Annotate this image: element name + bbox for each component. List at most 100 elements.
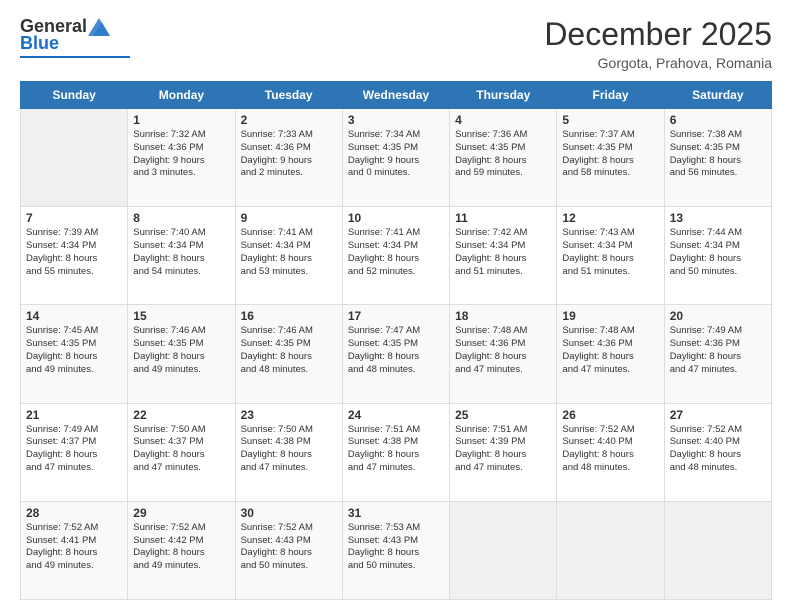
logo-blue-text: Blue (20, 33, 59, 54)
calendar-cell: 10 Sunrise: 7:41 AM Sunset: 4:34 PM Dayli… (342, 207, 449, 305)
logo-icon (88, 18, 110, 36)
calendar-cell: 20 Sunrise: 7:49 AM Sunset: 4:36 PM Dayli… (664, 305, 771, 403)
calendar-cell: 8 Sunrise: 7:40 AM Sunset: 4:34 PM Daylig… (128, 207, 235, 305)
day-header-wednesday: Wednesday (342, 82, 449, 109)
cell-content: Sunrise: 7:50 AM Sunset: 4:37 PM Dayligh… (133, 424, 229, 475)
cell-content: Sunrise: 7:48 AM Sunset: 4:36 PM Dayligh… (455, 325, 551, 376)
logo: General Blue (20, 16, 130, 58)
page: General Blue December 2025 Gorgota, Prah… (0, 0, 792, 612)
calendar-cell: 3 Sunrise: 7:34 AM Sunset: 4:35 PM Daylig… (342, 109, 449, 207)
title-section: December 2025 Gorgota, Prahova, Romania (544, 16, 772, 71)
day-number: 18 (455, 309, 551, 323)
cell-content: Sunrise: 7:46 AM Sunset: 4:35 PM Dayligh… (133, 325, 229, 376)
calendar-table: SundayMondayTuesdayWednesdayThursdayFrid… (20, 81, 772, 600)
cell-content: Sunrise: 7:40 AM Sunset: 4:34 PM Dayligh… (133, 227, 229, 278)
day-number: 14 (26, 309, 122, 323)
cell-content: Sunrise: 7:33 AM Sunset: 4:36 PM Dayligh… (241, 129, 337, 180)
week-row-1: 1Sunrise: 7:32 AM Sunset: 4:36 PM Daylig… (21, 109, 772, 207)
calendar-cell (664, 501, 771, 599)
cell-content: Sunrise: 7:44 AM Sunset: 4:34 PM Dayligh… (670, 227, 766, 278)
cell-content: Sunrise: 7:45 AM Sunset: 4:35 PM Dayligh… (26, 325, 122, 376)
cell-content: Sunrise: 7:39 AM Sunset: 4:34 PM Dayligh… (26, 227, 122, 278)
cell-content: Sunrise: 7:49 AM Sunset: 4:36 PM Dayligh… (670, 325, 766, 376)
day-number: 21 (26, 408, 122, 422)
cell-content: Sunrise: 7:50 AM Sunset: 4:38 PM Dayligh… (241, 424, 337, 475)
week-row-5: 28 Sunrise: 7:52 AM Sunset: 4:41 PM Dayli… (21, 501, 772, 599)
day-number: 31 (348, 506, 444, 520)
calendar-cell: 14 Sunrise: 7:45 AM Sunset: 4:35 PM Dayli… (21, 305, 128, 403)
calendar-cell: 25 Sunrise: 7:51 AM Sunset: 4:39 PM Dayli… (450, 403, 557, 501)
calendar-cell: 11Sunrise: 7:42 AM Sunset: 4:34 PM Dayli… (450, 207, 557, 305)
cell-content: Sunrise: 7:52 AM Sunset: 4:43 PM Dayligh… (241, 522, 337, 573)
calendar-cell: 24Sunrise: 7:51 AM Sunset: 4:38 PM Dayli… (342, 403, 449, 501)
cell-content: Sunrise: 7:37 AM Sunset: 4:35 PM Dayligh… (562, 129, 658, 180)
calendar-cell: 13 Sunrise: 7:44 AM Sunset: 4:34 PM Dayli… (664, 207, 771, 305)
day-number: 29 (133, 506, 229, 520)
week-row-3: 14 Sunrise: 7:45 AM Sunset: 4:35 PM Dayli… (21, 305, 772, 403)
cell-content: Sunrise: 7:41 AM Sunset: 4:34 PM Dayligh… (348, 227, 444, 278)
calendar-cell: 4 Sunrise: 7:36 AM Sunset: 4:35 PM Daylig… (450, 109, 557, 207)
day-number: 28 (26, 506, 122, 520)
day-number: 8 (133, 211, 229, 225)
day-number: 30 (241, 506, 337, 520)
calendar-cell: 19 Sunrise: 7:48 AM Sunset: 4:36 PM Dayli… (557, 305, 664, 403)
calendar-cell: 1Sunrise: 7:32 AM Sunset: 4:36 PM Daylig… (128, 109, 235, 207)
calendar-cell: 9 Sunrise: 7:41 AM Sunset: 4:34 PM Daylig… (235, 207, 342, 305)
cell-content: Sunrise: 7:51 AM Sunset: 4:39 PM Dayligh… (455, 424, 551, 475)
day-number: 26 (562, 408, 658, 422)
day-number: 23 (241, 408, 337, 422)
day-number: 9 (241, 211, 337, 225)
cell-content: Sunrise: 7:48 AM Sunset: 4:36 PM Dayligh… (562, 325, 658, 376)
cell-content: Sunrise: 7:41 AM Sunset: 4:34 PM Dayligh… (241, 227, 337, 278)
calendar-cell: 30 Sunrise: 7:52 AM Sunset: 4:43 PM Dayli… (235, 501, 342, 599)
cell-content: Sunrise: 7:36 AM Sunset: 4:35 PM Dayligh… (455, 129, 551, 180)
calendar-cell: 15Sunrise: 7:46 AM Sunset: 4:35 PM Dayli… (128, 305, 235, 403)
day-number: 11 (455, 211, 551, 225)
day-number: 4 (455, 113, 551, 127)
day-number: 3 (348, 113, 444, 127)
day-number: 12 (562, 211, 658, 225)
day-header-sunday: Sunday (21, 82, 128, 109)
day-header-thursday: Thursday (450, 82, 557, 109)
calendar-cell: 23 Sunrise: 7:50 AM Sunset: 4:38 PM Dayli… (235, 403, 342, 501)
cell-content: Sunrise: 7:52 AM Sunset: 4:40 PM Dayligh… (562, 424, 658, 475)
calendar-cell: 31 Sunrise: 7:53 AM Sunset: 4:43 PM Dayli… (342, 501, 449, 599)
calendar-cell: 28 Sunrise: 7:52 AM Sunset: 4:41 PM Dayli… (21, 501, 128, 599)
calendar-cell (21, 109, 128, 207)
day-number: 7 (26, 211, 122, 225)
day-number: 10 (348, 211, 444, 225)
calendar-cell (450, 501, 557, 599)
day-number: 20 (670, 309, 766, 323)
calendar-cell: 7 Sunrise: 7:39 AM Sunset: 4:34 PM Daylig… (21, 207, 128, 305)
calendar-cell: 21 Sunrise: 7:49 AM Sunset: 4:37 PM Dayli… (21, 403, 128, 501)
cell-content: Sunrise: 7:51 AM Sunset: 4:38 PM Dayligh… (348, 424, 444, 475)
cell-content: Sunrise: 7:52 AM Sunset: 4:41 PM Dayligh… (26, 522, 122, 573)
day-number: 19 (562, 309, 658, 323)
cell-content: Sunrise: 7:46 AM Sunset: 4:35 PM Dayligh… (241, 325, 337, 376)
calendar-cell: 29 Sunrise: 7:52 AM Sunset: 4:42 PM Dayli… (128, 501, 235, 599)
cell-content: Sunrise: 7:52 AM Sunset: 4:42 PM Dayligh… (133, 522, 229, 573)
day-number: 22 (133, 408, 229, 422)
cell-content: Sunrise: 7:32 AM Sunset: 4:36 PM Dayligh… (133, 129, 229, 180)
cell-content: Sunrise: 7:52 AM Sunset: 4:40 PM Dayligh… (670, 424, 766, 475)
calendar-cell: 16Sunrise: 7:46 AM Sunset: 4:35 PM Dayli… (235, 305, 342, 403)
calendar-cell: 12 Sunrise: 7:43 AM Sunset: 4:34 PM Dayli… (557, 207, 664, 305)
calendar-cell: 6Sunrise: 7:38 AM Sunset: 4:35 PM Daylig… (664, 109, 771, 207)
day-number: 6 (670, 113, 766, 127)
day-number: 27 (670, 408, 766, 422)
location: Gorgota, Prahova, Romania (544, 55, 772, 71)
calendar-cell (557, 501, 664, 599)
header: General Blue December 2025 Gorgota, Prah… (20, 16, 772, 71)
cell-content: Sunrise: 7:49 AM Sunset: 4:37 PM Dayligh… (26, 424, 122, 475)
day-number: 25 (455, 408, 551, 422)
day-header-monday: Monday (128, 82, 235, 109)
day-header-saturday: Saturday (664, 82, 771, 109)
day-number: 2 (241, 113, 337, 127)
week-row-2: 7 Sunrise: 7:39 AM Sunset: 4:34 PM Daylig… (21, 207, 772, 305)
cell-content: Sunrise: 7:43 AM Sunset: 4:34 PM Dayligh… (562, 227, 658, 278)
cell-content: Sunrise: 7:53 AM Sunset: 4:43 PM Dayligh… (348, 522, 444, 573)
week-row-4: 21 Sunrise: 7:49 AM Sunset: 4:37 PM Dayli… (21, 403, 772, 501)
day-number: 13 (670, 211, 766, 225)
cell-content: Sunrise: 7:34 AM Sunset: 4:35 PM Dayligh… (348, 129, 444, 180)
day-header-tuesday: Tuesday (235, 82, 342, 109)
